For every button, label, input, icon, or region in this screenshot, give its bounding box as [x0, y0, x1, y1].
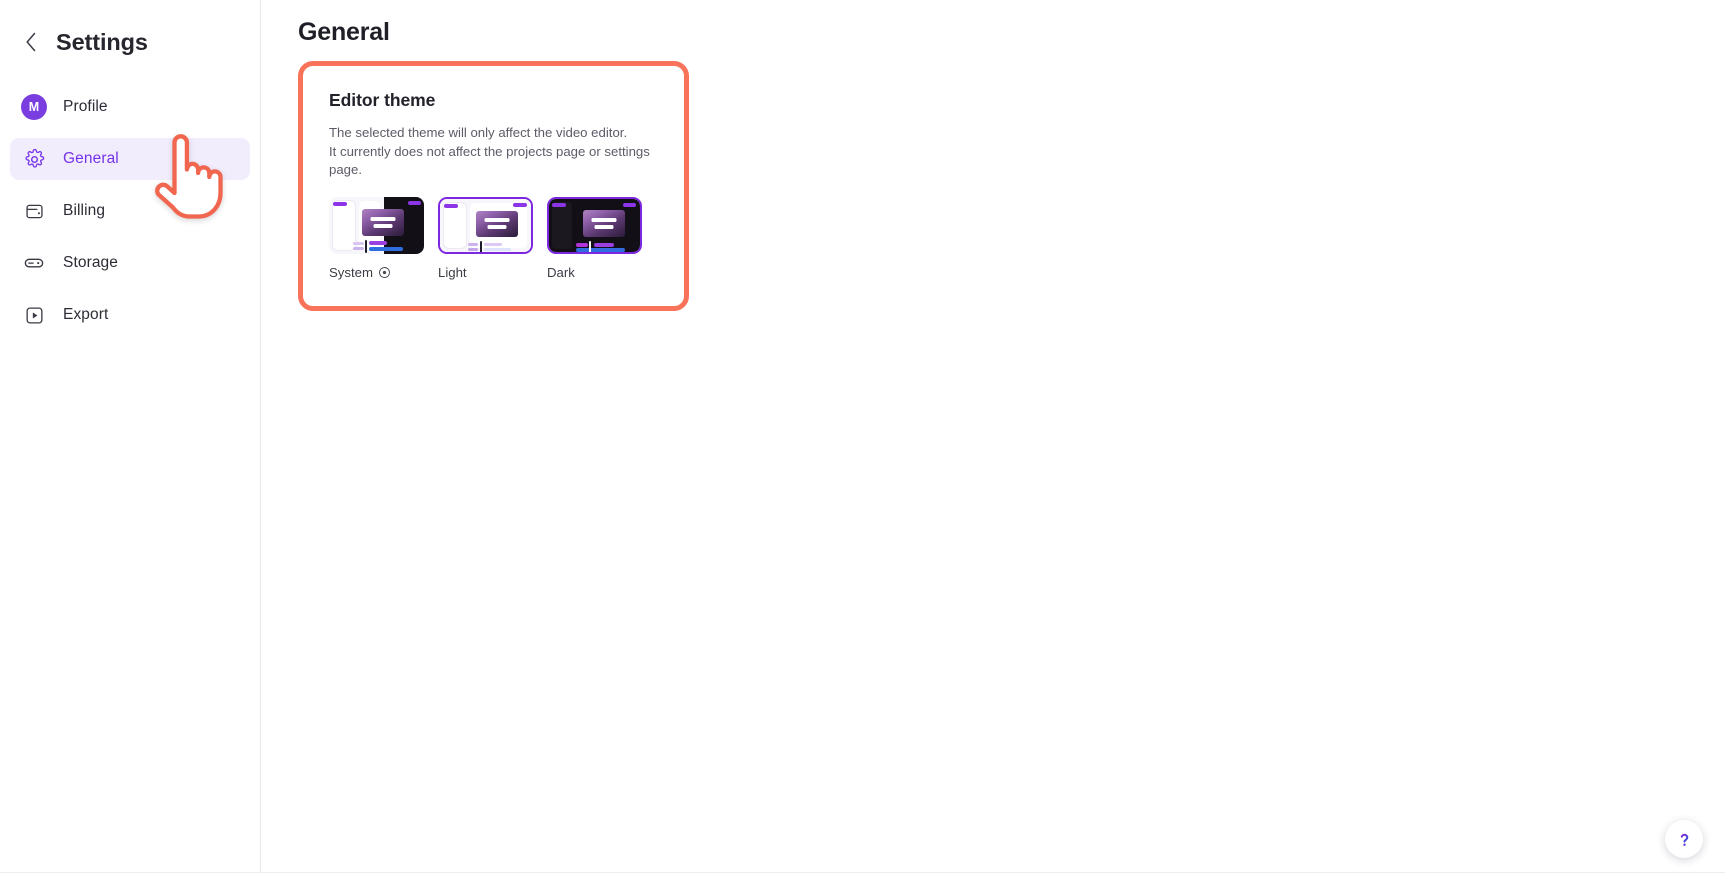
theme-option-light[interactable]: Light — [438, 196, 533, 280]
description-line-2: It currently does not affect the project… — [329, 143, 650, 178]
sidebar-item-storage[interactable]: Storage — [10, 242, 250, 284]
gear-icon — [19, 144, 49, 174]
description-line-1: The selected theme will only affect the … — [329, 125, 628, 140]
sidebar-item-label-billing: Billing — [63, 202, 106, 219]
avatar: M — [21, 94, 47, 120]
theme-option-dark[interactable]: Dark — [547, 196, 642, 280]
editor-theme-description: The selected theme will only affect the … — [329, 124, 658, 180]
sidebar-item-profile[interactable]: M Profile — [10, 86, 250, 128]
sidebar-header: Settings — [0, 20, 260, 64]
help-button[interactable] — [1665, 820, 1703, 858]
settings-sidebar: Settings M Profile General Billing Stora… — [0, 0, 261, 880]
page-title-settings: Settings — [56, 28, 148, 55]
theme-label-row-light: Light — [438, 265, 533, 280]
theme-label-row-system: System — [329, 265, 424, 280]
settings-page: Settings M Profile General Billing Stora… — [0, 0, 1725, 880]
annotation-highlight-box: Editor theme The selected theme will onl… — [298, 61, 689, 311]
wallet-icon — [19, 196, 49, 226]
theme-label-system: System — [329, 264, 373, 280]
theme-label-dark: Dark — [547, 264, 575, 280]
storage-icon — [19, 248, 49, 278]
theme-thumbnail-dark[interactable] — [547, 196, 642, 254]
sidebar-item-label-storage: Storage — [63, 254, 118, 271]
theme-label-light: Light — [438, 264, 467, 280]
theme-thumbnail-system[interactable] — [329, 196, 424, 254]
info-circle-icon[interactable] — [378, 266, 391, 279]
sidebar-item-label-export: Export — [63, 306, 109, 323]
theme-option-system[interactable]: System — [329, 196, 424, 280]
sidebar-nav: M Profile General Billing Storage Export — [0, 86, 260, 336]
sidebar-item-label-profile: Profile — [63, 98, 108, 115]
sidebar-item-general[interactable]: General — [10, 138, 250, 180]
sidebar-item-export[interactable]: Export — [10, 294, 250, 336]
main-content: General Editor theme The selected theme … — [261, 0, 1725, 880]
sidebar-item-label-general: General — [63, 150, 119, 167]
sidebar-item-billing[interactable]: Billing — [10, 190, 250, 232]
avatar-icon: M — [19, 92, 49, 122]
editor-theme-title: Editor theme — [329, 90, 436, 110]
export-icon — [19, 300, 49, 330]
bottom-divider — [0, 872, 1725, 880]
theme-options-group: System Light Dark — [329, 196, 658, 280]
theme-thumbnail-light[interactable] — [438, 196, 533, 254]
editor-theme-card: Editor theme The selected theme will onl… — [305, 68, 682, 304]
page-title: General — [298, 18, 390, 46]
theme-label-row-dark: Dark — [547, 265, 642, 280]
chevron-left-icon[interactable] — [18, 29, 44, 55]
